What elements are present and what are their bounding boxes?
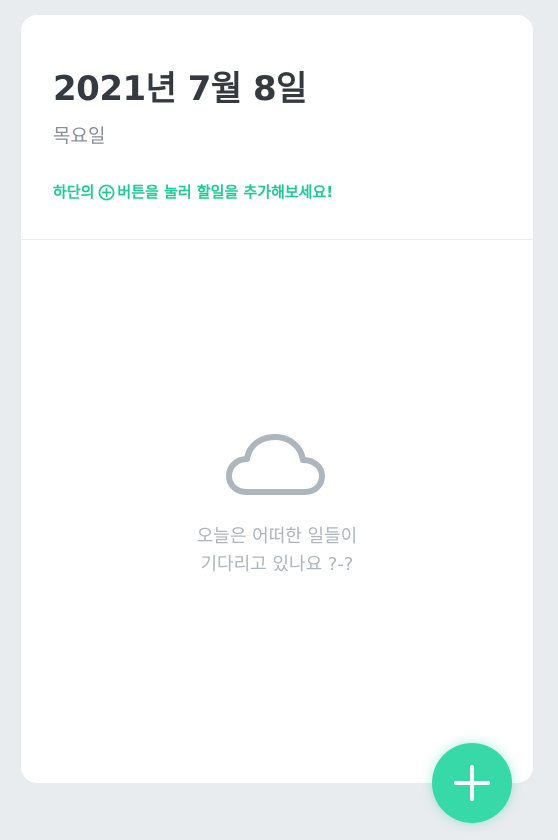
plus-circle-icon [99,184,115,200]
hint-text-before: 하단의 [53,183,95,201]
cloud-icon [226,434,325,495]
plus-icon [454,765,490,801]
date-title: 2021년 7월 8일 [53,69,307,109]
hint-text: 하단의 버튼을 눌러 할일을 추가해보세요! [53,181,501,203]
empty-message: 오늘은 어떠한 일들이 기다리고 있나요 ?-? [197,523,357,579]
empty-state: 오늘은 어떠한 일들이 기다리고 있나요 ?-? [21,433,533,579]
todo-card: 2021년 7월 8일 목요일 하단의 버튼을 눌러 할일을 추가해보세요! 오… [21,15,533,783]
weekday-label: 목요일 [53,125,106,147]
empty-message-line-1: 오늘은 어떠한 일들이 [196,526,358,547]
hint-text-after: 버튼을 눌러 할일을 추가해보세요! [117,183,334,201]
todo-header: 2021년 7월 8일 목요일 하단의 버튼을 눌러 할일을 추가해보세요! [21,15,533,240]
add-todo-button[interactable] [432,743,512,823]
empty-message-line-2: 기다리고 있나요 ?-? [200,554,354,575]
